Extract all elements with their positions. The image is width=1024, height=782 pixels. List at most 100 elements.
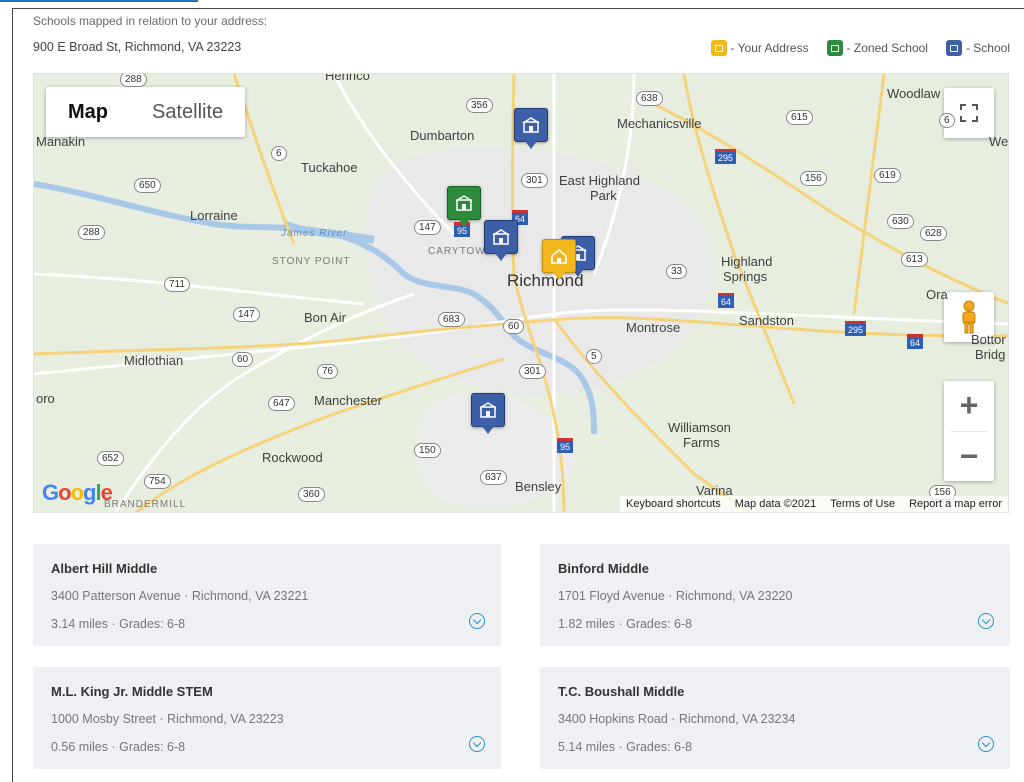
keyboard-shortcuts-link[interactable]: Keyboard shortcuts — [626, 498, 721, 510]
separator: · — [667, 712, 679, 726]
user-address: 900 E Broad St, Richmond, VA 23223 — [33, 40, 242, 54]
route-shield: 6 — [271, 146, 287, 161]
route-shield: 5 — [586, 349, 602, 364]
zoom-control: + − — [944, 381, 994, 481]
school-card[interactable]: M.L. King Jr. Middle STEM 1000 Mosby Str… — [33, 667, 501, 769]
map-label: We — [989, 134, 1009, 149]
separator: · — [107, 740, 120, 754]
interstate-shield: 64 — [718, 293, 735, 308]
separator: · — [107, 617, 120, 631]
school-icon — [945, 40, 962, 56]
legend-your-address: - Your Address — [710, 40, 809, 56]
interstate-shield: 64 — [907, 334, 924, 349]
separator: · — [664, 589, 676, 603]
school-grades: Grades: 6-8 — [626, 617, 693, 631]
your-address-marker[interactable] — [542, 239, 576, 280]
school-grades: Grades: 6-8 — [119, 740, 186, 754]
expand-chevron-icon[interactable] — [978, 613, 994, 629]
school-street: 1000 Mosby Street — [51, 712, 156, 726]
route-shield: 360 — [298, 487, 325, 502]
route-shield: 683 — [438, 312, 465, 327]
school-address: 3400 Hopkins Road · Richmond, VA 23234 — [558, 712, 795, 726]
school-card[interactable]: Binford Middle 1701 Floyd Avenue · Richm… — [540, 544, 1010, 646]
legend-zoned-school: - Zoned School — [826, 40, 928, 56]
map-label: Sandston — [739, 313, 794, 328]
route-shield: 288 — [78, 225, 105, 240]
school-marker[interactable] — [484, 220, 518, 261]
map-label: Henrico — [325, 73, 370, 83]
interstate-shield: 295 — [715, 149, 737, 164]
separator: · — [614, 740, 627, 754]
map-label: Midlothian — [124, 353, 184, 368]
map-label: BRANDERMILL — [104, 499, 187, 510]
route-shield: 628 — [920, 226, 947, 241]
route-shield: 615 — [786, 110, 813, 125]
map-label: Rockwood — [262, 450, 323, 465]
home-icon — [551, 249, 567, 264]
report-map-error-link[interactable]: Report a map error — [909, 498, 1002, 510]
school-meta: 3.14 miles · Grades: 6-8 — [51, 617, 185, 631]
map-type-map-button[interactable]: Map — [46, 87, 130, 137]
map-label: Highland — [721, 254, 773, 269]
zoom-out-button[interactable]: − — [944, 431, 994, 481]
school-icon — [522, 117, 540, 133]
route-shield: 356 — [466, 98, 493, 113]
school-address: 1000 Mosby Street · Richmond, VA 23223 — [51, 712, 284, 726]
map-label: Lorraine — [190, 208, 238, 223]
map-label-river: James River — [281, 228, 348, 239]
map-attribution: Keyboard shortcuts Map data ©2021 Terms … — [619, 496, 1008, 512]
expand-chevron-icon[interactable] — [469, 613, 485, 629]
map-label: Bottor — [971, 332, 1006, 347]
zoned-school-marker[interactable] — [447, 186, 481, 227]
map-label: Springs — [723, 269, 768, 284]
route-shield: 637 — [480, 470, 507, 485]
school-street: 3400 Hopkins Road — [558, 712, 668, 726]
expand-chevron-icon[interactable] — [469, 736, 485, 752]
school-card[interactable]: T.C. Boushall Middle 3400 Hopkins Road ·… — [540, 667, 1010, 769]
legend-label: - Zoned School — [846, 41, 928, 55]
school-marker[interactable] — [514, 108, 548, 149]
school-city: Richmond, VA 23221 — [191, 589, 309, 603]
fullscreen-icon — [960, 104, 978, 122]
map-label: oro — [36, 391, 55, 406]
school-address: 1701 Floyd Avenue · Richmond, VA 23220 — [558, 589, 792, 603]
map-label: STONY POINT — [272, 256, 351, 267]
route-shield: 33 — [666, 264, 688, 279]
map-type-satellite-button[interactable]: Satellite — [130, 87, 245, 137]
separator: · — [180, 589, 192, 603]
map-label: Manchester — [314, 393, 382, 408]
legend-label: - School — [965, 41, 1010, 55]
terms-of-use-link[interactable]: Terms of Use — [830, 498, 895, 510]
route-shield: 638 — [636, 91, 663, 106]
route-shield: 76 — [317, 364, 339, 379]
top-accent-bar — [0, 0, 198, 2]
google-logo: Google — [42, 480, 113, 506]
school-street: 3400 Patterson Avenue — [51, 589, 181, 603]
fullscreen-button[interactable] — [944, 88, 994, 138]
route-shield: 60 — [503, 319, 525, 334]
google-logo-letter: g — [83, 480, 96, 505]
map-data-text: Map data ©2021 — [734, 498, 817, 510]
school-map[interactable]: Map Satellite + − Henrico Richmond Mecha… — [33, 73, 1009, 513]
map-label: Park — [590, 188, 617, 203]
route-shield: 619 — [874, 168, 901, 183]
school-card[interactable]: Albert Hill Middle 3400 Patterson Avenue… — [33, 544, 501, 646]
map-label: Mechanicsville — [617, 116, 702, 131]
route-shield: 147 — [414, 220, 441, 235]
school-marker[interactable] — [471, 393, 505, 434]
legend-school: - School — [945, 40, 1010, 56]
route-shield: 652 — [97, 451, 124, 466]
separator: · — [614, 617, 627, 631]
route-shield: 147 — [233, 307, 260, 322]
map-label: Bon Air — [304, 310, 346, 325]
expand-chevron-icon[interactable] — [978, 736, 994, 752]
school-icon — [492, 229, 510, 245]
google-logo-letter: o — [70, 480, 84, 505]
school-icon — [826, 40, 843, 56]
map-label: Farms — [683, 435, 720, 450]
google-logo-letter: e — [100, 480, 113, 505]
google-logo-letter: G — [42, 480, 59, 505]
school-distance: 5.14 miles — [558, 740, 615, 754]
pegman-icon — [962, 300, 976, 334]
zoom-in-button[interactable]: + — [944, 381, 994, 431]
